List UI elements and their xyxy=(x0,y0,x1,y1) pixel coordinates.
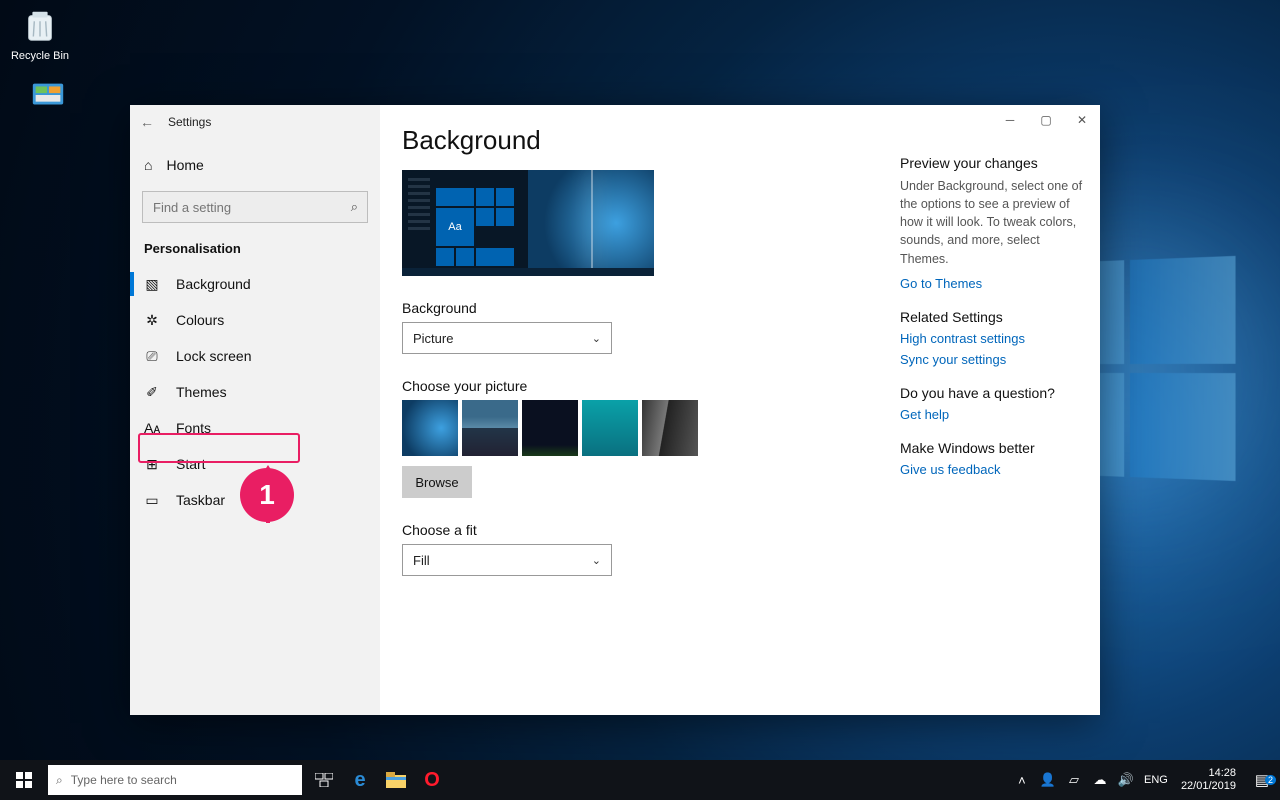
taskbar-explorer-icon[interactable] xyxy=(378,760,414,800)
minimize-button[interactable]: ─ xyxy=(992,105,1028,135)
recycle-bin-icon xyxy=(21,8,59,46)
question-heading: Do you have a question? xyxy=(900,385,1084,401)
system-tray: ˄ 👤 ▱ ☁ 🔊 ENG 14:28 22/01/2019 ▤2 xyxy=(1009,760,1280,800)
taskbar-opera-icon[interactable]: O xyxy=(414,760,450,800)
desktop-icon-recycle-bin[interactable]: Recycle Bin xyxy=(10,8,70,62)
taskbar-edge-icon[interactable]: e xyxy=(342,760,378,800)
picture-thumb-1[interactable] xyxy=(402,400,458,456)
tray-people-icon[interactable]: 👤 xyxy=(1035,772,1061,788)
back-button[interactable]: ← xyxy=(138,114,156,130)
sidebar-item-label: Themes xyxy=(176,384,227,400)
preview-changes-text: Under Background, select one of the opti… xyxy=(900,177,1084,268)
preview-changes-heading: Preview your changes xyxy=(900,155,1084,171)
fit-dropdown[interactable]: Fill ⌄ xyxy=(402,544,612,576)
go-to-themes-link[interactable]: Go to Themes xyxy=(900,276,1084,291)
sidebar-item-lock-screen[interactable]: ⎚ Lock screen xyxy=(130,338,380,374)
picture-thumbnails xyxy=(402,400,878,456)
action-center-button[interactable]: ▤2 xyxy=(1244,771,1280,789)
search-icon: ⌕ xyxy=(351,199,358,215)
picture-icon: ▧ xyxy=(144,276,160,293)
get-help-link[interactable]: Get help xyxy=(900,407,1084,422)
start-icon: ⊞ xyxy=(144,456,160,473)
desktop-icon-control-panel[interactable] xyxy=(18,76,78,118)
related-settings-heading: Related Settings xyxy=(900,309,1084,325)
tray-network-icon[interactable]: ▱ xyxy=(1061,772,1087,788)
tray-onedrive-icon[interactable]: ☁ xyxy=(1087,772,1113,788)
settings-window: ─ ▢ ✕ ← Settings ⌂ Home ⌕ Personalisatio… xyxy=(130,105,1100,715)
chevron-down-icon: ⌄ xyxy=(592,332,601,345)
desktop-icon-label: Recycle Bin xyxy=(11,50,69,62)
task-view-button[interactable] xyxy=(306,760,342,800)
background-dropdown[interactable]: Picture ⌄ xyxy=(402,322,612,354)
search-icon: ⌕ xyxy=(56,773,63,788)
picture-thumb-2[interactable] xyxy=(462,400,518,456)
tray-volume-icon[interactable]: 🔊 xyxy=(1113,772,1139,788)
background-preview: Aa xyxy=(402,170,654,276)
settings-content: Background Aa Background Picture ⌄ xyxy=(380,105,1100,715)
sidebar-item-taskbar[interactable]: ▭ Taskbar xyxy=(130,482,380,518)
tray-time: 14:28 xyxy=(1181,767,1236,780)
sidebar-section-label: Personalisation xyxy=(130,233,380,266)
settings-sidebar: ← Settings ⌂ Home ⌕ Personalisation ▧ Bac… xyxy=(130,105,380,715)
taskbar-search[interactable]: ⌕ Type here to search xyxy=(48,765,302,795)
sidebar-item-start[interactable]: ⊞ Start xyxy=(130,446,380,482)
sidebar-nav: ▧ Background ✲ Colours ⎚ Lock screen ✐ Theme… xyxy=(130,266,380,518)
sidebar-home[interactable]: ⌂ Home xyxy=(130,145,380,185)
close-button[interactable]: ✕ xyxy=(1064,105,1100,135)
fit-dropdown-value: Fill xyxy=(413,553,430,568)
browse-button[interactable]: Browse xyxy=(402,466,472,498)
taskbar: ⌕ Type here to search e O ˄ 👤 ▱ ☁ 🔊 ENG … xyxy=(0,760,1280,800)
maximize-button[interactable]: ▢ xyxy=(1028,105,1064,135)
feedback-link[interactable]: Give us feedback xyxy=(900,462,1084,477)
sidebar-item-background[interactable]: ▧ Background xyxy=(130,266,380,302)
start-button[interactable] xyxy=(0,760,48,800)
find-setting-input[interactable] xyxy=(142,191,368,223)
page-title: Background xyxy=(402,125,878,156)
sidebar-item-label: Taskbar xyxy=(176,492,225,508)
window-titlebar: ← Settings xyxy=(130,105,380,139)
right-panel: Preview your changes Under Background, s… xyxy=(900,105,1100,715)
picture-thumb-4[interactable] xyxy=(582,400,638,456)
sidebar-item-label: Lock screen xyxy=(176,348,251,364)
choose-picture-label: Choose your picture xyxy=(402,378,878,394)
sidebar-item-themes[interactable]: ✐ Themes xyxy=(130,374,380,410)
control-panel-icon xyxy=(29,76,67,114)
windows-logo-icon xyxy=(16,772,32,788)
window-title: Settings xyxy=(168,115,211,129)
tray-date: 22/01/2019 xyxy=(1181,780,1236,793)
taskbar-search-placeholder: Type here to search xyxy=(71,773,177,787)
taskbar-icon: ▭ xyxy=(144,492,160,509)
sidebar-item-label: Background xyxy=(176,276,251,292)
sidebar-item-fonts[interactable]: Aᴀ Fonts xyxy=(130,410,380,446)
picture-thumb-3[interactable] xyxy=(522,400,578,456)
lock-screen-icon: ⎚ xyxy=(144,348,160,365)
window-controls: ─ ▢ ✕ xyxy=(992,105,1100,135)
themes-icon: ✐ xyxy=(144,384,160,401)
choose-fit-label: Choose a fit xyxy=(402,522,878,538)
tray-chevron-up-icon[interactable]: ˄ xyxy=(1009,773,1035,788)
sidebar-item-colours[interactable]: ✲ Colours xyxy=(130,302,380,338)
notification-count: 2 xyxy=(1265,775,1276,785)
sync-settings-link[interactable]: Sync your settings xyxy=(900,352,1084,367)
sidebar-item-label: Fonts xyxy=(176,420,211,436)
chevron-down-icon: ⌄ xyxy=(592,554,601,567)
home-label: Home xyxy=(166,157,203,173)
background-dropdown-value: Picture xyxy=(413,331,453,346)
background-dropdown-label: Background xyxy=(402,300,878,316)
fonts-icon: Aᴀ xyxy=(144,420,160,436)
tray-language[interactable]: ENG xyxy=(1139,774,1173,786)
main-panel: Background Aa Background Picture ⌄ xyxy=(380,105,900,715)
sidebar-item-label: Colours xyxy=(176,312,224,328)
preview-sample-text: Aa xyxy=(436,208,474,246)
picture-thumb-5[interactable] xyxy=(642,400,698,456)
make-better-heading: Make Windows better xyxy=(900,440,1084,456)
tray-clock[interactable]: 14:28 22/01/2019 xyxy=(1173,767,1244,793)
sidebar-item-label: Start xyxy=(176,456,206,472)
palette-icon: ✲ xyxy=(144,312,160,329)
home-icon: ⌂ xyxy=(144,157,152,173)
high-contrast-link[interactable]: High contrast settings xyxy=(900,331,1084,346)
